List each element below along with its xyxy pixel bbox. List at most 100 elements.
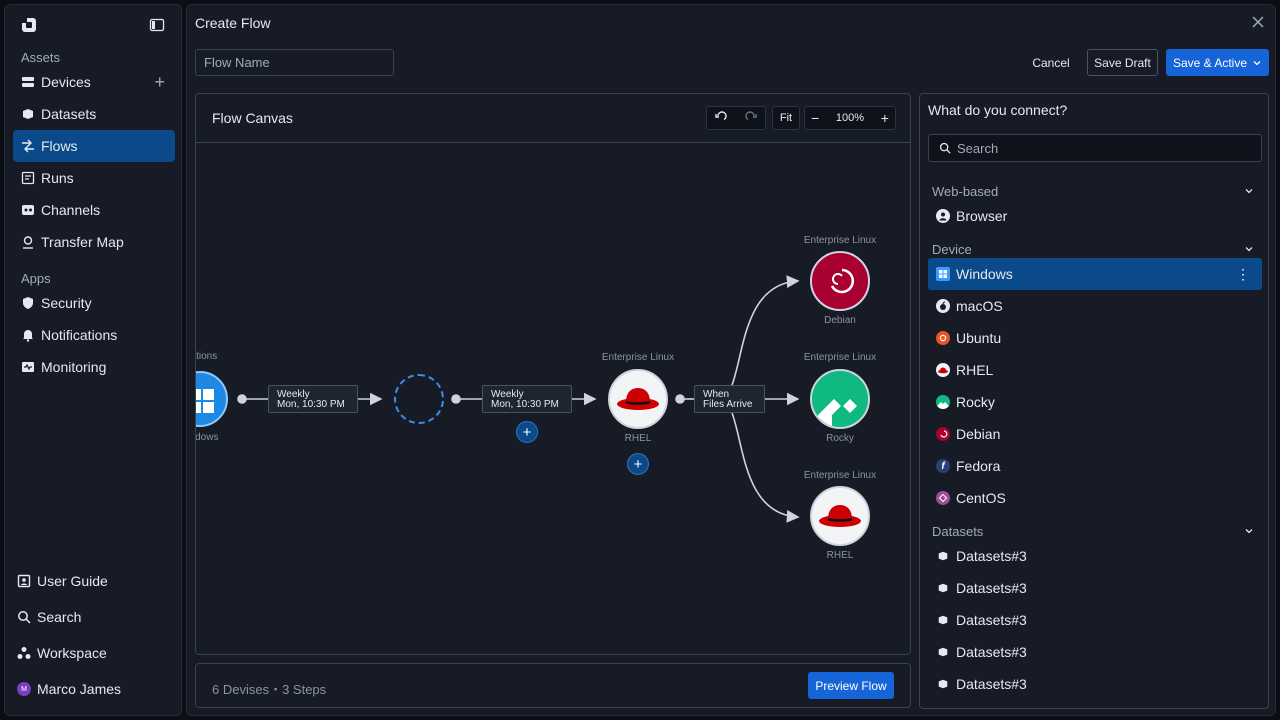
sidebar-item-user-guide[interactable]: User Guide [9, 565, 171, 597]
node-rhel-2[interactable] [810, 486, 870, 546]
group-web-based[interactable]: Web-based [932, 184, 1262, 199]
runs-icon [21, 171, 35, 185]
list-item-dataset[interactable]: Datasets#3 [928, 668, 1262, 700]
add-step-button[interactable]: + [627, 453, 649, 475]
section-label-assets: Assets [21, 50, 61, 65]
node-rhel[interactable] [608, 369, 668, 429]
save-active-label: Save & Active [1172, 55, 1248, 70]
empty-node-placeholder[interactable] [394, 374, 444, 424]
node-windows-label: ndows [195, 432, 219, 443]
sidebar-item-flows[interactable]: Flows [13, 130, 175, 162]
flow-name-input[interactable] [195, 49, 394, 76]
flow-connections [237, 275, 800, 523]
connect-panel: What do you connect? Web-based Browser D… [919, 93, 1269, 709]
group-datasets[interactable]: Datasets [932, 524, 1262, 539]
list-item-dataset[interactable]: Datasets#3 [928, 604, 1262, 636]
rocky-logo-icon [818, 399, 868, 427]
sidebar-collapse-icon[interactable] [149, 17, 165, 33]
list-item-browser[interactable]: Browser [928, 200, 1262, 232]
flow-stats: 6 Devises・3 Steps [212, 682, 327, 697]
add-device-icon[interactable]: + [154, 73, 165, 91]
create-flow-dialog: Create Flow Cancel Save Draft Save & Act… [186, 4, 1276, 716]
flows-icon [21, 139, 35, 153]
node-rhel2-label: RHEL [826, 550, 854, 561]
list-item-label: Ubuntu [956, 330, 1002, 346]
sidebar-item-label: Transfer Map [41, 234, 124, 250]
list-item-fedora[interactable]: f Fedora [928, 450, 1262, 482]
app-logo-icon[interactable] [19, 15, 39, 35]
schedule-line: Mon, 10:30 PM [277, 399, 345, 410]
list-item-label: RHEL [956, 362, 994, 378]
more-vertical-icon[interactable]: ⋮ [1236, 266, 1250, 283]
guide-icon [17, 574, 31, 588]
search-icon [939, 142, 951, 154]
list-item-debian[interactable]: Debian [928, 418, 1262, 450]
chevron-down-icon [1245, 189, 1253, 194]
list-item-label: Datasets#3 [956, 612, 1027, 628]
section-label-apps: Apps [21, 271, 51, 286]
list-item-centos[interactable]: CentOS [928, 482, 1262, 514]
sidebar-item-notifications[interactable]: Notifications [13, 319, 175, 351]
panel-search-input[interactable] [957, 140, 1237, 156]
node-windows-top-label: stations [196, 351, 218, 362]
sidebar-item-security[interactable]: Security [13, 287, 175, 319]
sidebar-item-devices[interactable]: Devices + [13, 66, 175, 98]
save-active-button[interactable]: Save & Active [1166, 49, 1269, 76]
sidebar-item-search[interactable]: Search [9, 601, 171, 633]
panel-search[interactable] [928, 134, 1262, 162]
list-item-label: Rocky [956, 394, 995, 410]
list-item-windows[interactable]: Windows ⋮ [928, 258, 1262, 290]
sidebar-item-label: Datasets [41, 106, 97, 122]
list-item-dataset[interactable]: Datasets#3 [928, 540, 1262, 572]
redhat-logo-icon [617, 388, 659, 410]
node-rhel2-category: Enterprise Linux [803, 470, 877, 481]
search-icon [17, 610, 31, 624]
sidebar-item-label: Flows [41, 138, 78, 154]
node-rocky-label: Rocky [826, 433, 854, 444]
node-rocky[interactable] [810, 369, 870, 429]
sidebar-item-profile[interactable]: M Marco James [9, 673, 171, 705]
sidebar-item-label: Workspace [37, 645, 107, 661]
sidebar-item-runs[interactable]: Runs [13, 162, 175, 194]
page-title: Create Flow [195, 15, 271, 31]
map-pin-icon [21, 235, 35, 249]
list-item-rocky[interactable]: Rocky [928, 386, 1262, 418]
sidebar-item-channels[interactable]: Channels [13, 194, 175, 226]
sidebar-item-transfer-map[interactable]: Transfer Map [13, 226, 175, 258]
list-item-ubuntu[interactable]: Ubuntu [928, 322, 1262, 354]
list-item-rhel[interactable]: RHEL [928, 354, 1262, 386]
chevron-down-icon [1245, 529, 1253, 534]
save-draft-button[interactable]: Save Draft [1087, 49, 1158, 76]
schedule-chip-2[interactable]: Weekly Mon, 10:30 PM [482, 385, 572, 413]
datasets-icon [21, 107, 35, 121]
apple-icon [936, 299, 950, 313]
list-item-macos[interactable]: macOS [928, 290, 1262, 322]
monitor-icon [21, 360, 35, 374]
close-icon[interactable] [1251, 15, 1265, 29]
group-device[interactable]: Device [932, 242, 1262, 257]
cancel-button[interactable]: Cancel [1023, 49, 1079, 76]
list-item-label: Browser [956, 208, 1008, 224]
sidebar-item-workspace[interactable]: Workspace [9, 637, 171, 669]
list-item-dataset[interactable]: Datasets#3 [928, 636, 1262, 668]
list-item-label: Datasets#3 [956, 580, 1027, 596]
list-item-label: Debian [956, 426, 1001, 442]
dataset-icon [936, 549, 950, 563]
dataset-icon [936, 613, 950, 627]
ubuntu-icon [936, 331, 950, 345]
node-debian[interactable] [810, 251, 870, 311]
list-item-label: Windows [956, 266, 1013, 282]
trigger-chip[interactable]: When Files Arrive [694, 385, 765, 413]
add-step-button[interactable]: + [516, 421, 538, 443]
preview-flow-button[interactable]: Preview Flow [808, 672, 894, 699]
dataset-icon [936, 645, 950, 659]
devices-icon [21, 75, 35, 89]
sidebar-item-label: Marco James [37, 681, 122, 697]
sidebar-item-monitoring[interactable]: Monitoring [13, 351, 175, 383]
group-label: Web-based [932, 184, 999, 199]
schedule-chip-1[interactable]: Weekly Mon, 10:30 PM [268, 385, 358, 413]
sidebar-item-datasets[interactable]: Datasets [13, 98, 175, 130]
list-item-dataset[interactable]: Datasets#3 [928, 572, 1262, 604]
flow-canvas[interactable]: Flow Canvas Fit − 100% + tions dows Week… [195, 93, 911, 655]
trigger-line: Files Arrive [703, 399, 753, 410]
